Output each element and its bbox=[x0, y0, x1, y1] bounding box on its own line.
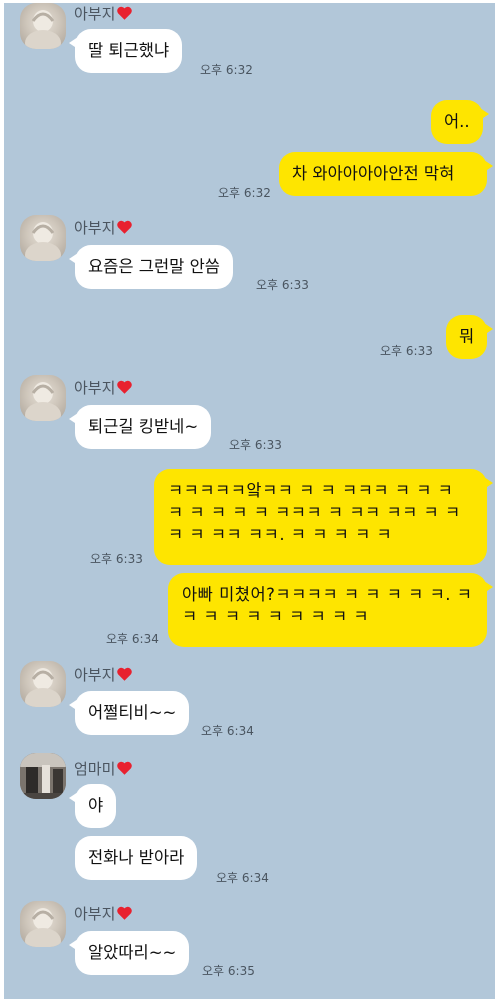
sender-label: 아부지 bbox=[74, 5, 116, 23]
sender-label: 아부지 bbox=[74, 219, 116, 237]
dad-avatar[interactable] bbox=[20, 3, 66, 49]
dad-avatar[interactable] bbox=[20, 215, 66, 261]
dad-avatar[interactable] bbox=[20, 661, 66, 707]
heart-icon bbox=[117, 761, 133, 775]
dad-avatar[interactable] bbox=[20, 901, 66, 947]
dad-avatar[interactable] bbox=[20, 375, 66, 421]
sender-label: 아부지 bbox=[74, 905, 116, 923]
sender-name: 아부지 bbox=[74, 217, 133, 238]
chat-window[interactable]: 아부지 딸 퇴근했냐 오후 6:32 어.. 차 와아아아아안전 막혀 오후 6… bbox=[4, 3, 495, 999]
message-time: 오후 6:34 bbox=[216, 871, 269, 885]
sender-label: 엄마미 bbox=[74, 760, 116, 778]
heart-icon bbox=[117, 6, 133, 20]
message-bubble-in[interactable]: 요즘은 그런말 안씀 bbox=[69, 245, 233, 289]
message-time: 오후 6:33 bbox=[380, 344, 433, 358]
sender-name: 엄마미 bbox=[74, 758, 133, 779]
sender-name: 아부지 bbox=[74, 3, 133, 24]
message-time: 오후 6:34 bbox=[106, 632, 159, 646]
sender-name: 아부지 bbox=[74, 664, 133, 685]
message-bubble-out[interactable]: 뭐 bbox=[446, 315, 494, 359]
heart-icon bbox=[117, 667, 133, 681]
message-bubble-in[interactable]: 딸 퇴근했냐 bbox=[68, 29, 183, 73]
message-bubble-out[interactable]: 차 와아아아아안전 막혀 bbox=[279, 152, 493, 196]
message-bubble-out[interactable]: 아빠 미쳤어?ㅋㅋㅋㅋ ㅋ ㅋ ㅋ ㅋ ㅋ. ㅋ ㅋ ㅋ ㅋ ㅋ ㅋ ㅋ ㅋ ㅋ… bbox=[168, 573, 493, 647]
sender-name: 아부지 bbox=[74, 903, 133, 924]
message-time: 오후 6:34 bbox=[201, 724, 254, 738]
message-bubble-in[interactable]: 전화나 받아라 bbox=[75, 836, 198, 880]
heart-icon bbox=[117, 220, 133, 234]
message-bubble-out[interactable]: 어.. bbox=[431, 100, 489, 144]
sender-label: 아부지 bbox=[74, 666, 116, 684]
mom-avatar[interactable] bbox=[20, 753, 66, 799]
message-time: 오후 6:35 bbox=[202, 964, 255, 978]
message-time: 오후 6:33 bbox=[90, 552, 143, 566]
heart-icon bbox=[117, 906, 133, 920]
message-time: 오후 6:33 bbox=[256, 278, 309, 292]
message-bubble-in[interactable]: 알았따리~~ bbox=[68, 931, 190, 975]
message-time: 오후 6:33 bbox=[229, 438, 282, 452]
message-bubble-in[interactable]: 야 bbox=[68, 784, 117, 828]
sender-name: 아부지 bbox=[74, 377, 133, 398]
heart-icon bbox=[117, 380, 133, 394]
message-time: 오후 6:32 bbox=[200, 63, 253, 77]
message-bubble-in[interactable]: 어쩔티비~~ bbox=[68, 691, 190, 735]
message-bubble-out[interactable]: ㅋㅋㅋㅋㅋ앜ㅋㅋ ㅋ ㅋ ㅋㅋㅋ ㅋ ㅋ ㅋ ㅋ ㅋ ㅋ ㅋ ㅋ ㅋㅋㅋ ㅋ ㅋ… bbox=[154, 469, 493, 565]
message-bubble-in[interactable]: 퇴근길 킹받네~ bbox=[68, 405, 212, 449]
sender-label: 아부지 bbox=[74, 379, 116, 397]
message-time: 오후 6:32 bbox=[218, 186, 271, 200]
